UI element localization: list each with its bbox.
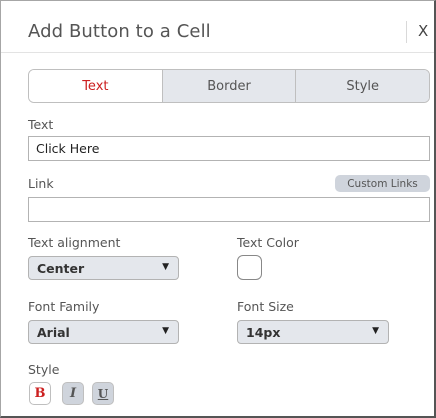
text-color-label: Text Color (237, 235, 299, 250)
font-family-select[interactable]: Arial ▼ (28, 320, 179, 344)
text-alignment-label: Text alignment (28, 235, 121, 250)
tab-style[interactable]: Style (295, 70, 429, 102)
style-label: Style (28, 362, 60, 377)
text-field-label: Text (28, 117, 54, 132)
link-field-label: Link (28, 176, 54, 191)
tab-bar: Text Border Style (28, 69, 430, 103)
font-size-label: Font Size (237, 299, 294, 314)
font-family-value: Arial (37, 325, 70, 340)
add-button-dialog: Add Button to a Cell X Text Border Style… (0, 0, 436, 418)
text-color-swatch[interactable] (237, 255, 262, 280)
text-input[interactable]: Click Here (28, 136, 430, 161)
link-input[interactable] (28, 197, 430, 222)
tab-text[interactable]: Text (29, 70, 162, 102)
text-alignment-select[interactable]: Center ▼ (28, 256, 179, 280)
dialog-title: Add Button to a Cell (28, 21, 211, 42)
chevron-down-icon: ▼ (372, 326, 379, 336)
underline-button[interactable]: U (92, 382, 114, 405)
dialog-header: Add Button to a Cell X (1, 1, 434, 53)
font-family-label: Font Family (28, 299, 100, 314)
chevron-down-icon: ▼ (162, 326, 169, 336)
text-alignment-value: Center (37, 261, 85, 276)
close-button[interactable]: X (418, 22, 428, 40)
header-divider (406, 21, 407, 43)
font-size-value: 14px (246, 325, 281, 340)
italic-button[interactable]: I (62, 382, 84, 405)
font-size-select[interactable]: 14px ▼ (237, 320, 389, 344)
custom-links-button[interactable]: Custom Links (335, 175, 430, 192)
bold-button[interactable]: B (29, 382, 51, 405)
chevron-down-icon: ▼ (162, 262, 169, 272)
tab-border[interactable]: Border (161, 70, 296, 102)
